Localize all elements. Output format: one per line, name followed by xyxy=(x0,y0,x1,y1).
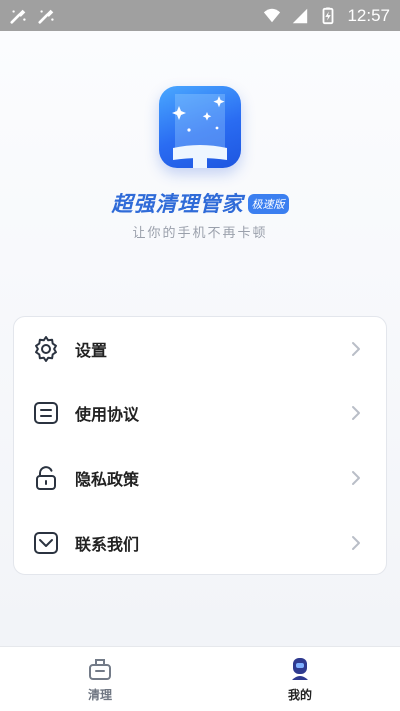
chevron-right-icon xyxy=(352,536,360,550)
chevron-right-icon xyxy=(352,471,360,485)
cleaner-notification-icon xyxy=(10,9,26,24)
chevron-right-icon xyxy=(352,406,360,420)
tab-clean[interactable]: 清理 xyxy=(0,647,200,711)
status-time: 12:57 xyxy=(347,5,390,25)
chevron-right-icon xyxy=(352,342,360,356)
app-title-row: 超强清理管家 极速版 xyxy=(0,188,400,218)
tab-mine[interactable]: 我的 xyxy=(200,647,400,711)
tab-label: 清理 xyxy=(87,687,112,702)
app-slogan: 让你的手机不再卡顿 xyxy=(132,226,268,241)
menu-item-privacy-policy[interactable]: 隐私政策 xyxy=(14,446,388,510)
profile-icon xyxy=(287,656,313,682)
mail-icon xyxy=(32,529,60,557)
lock-icon xyxy=(32,464,60,492)
version-badge: 极速版 xyxy=(247,194,289,214)
clean-icon xyxy=(87,656,113,682)
wifi-icon xyxy=(264,8,281,22)
bottom-tab-bar: 清理 我的 xyxy=(0,646,400,711)
signal-icon xyxy=(293,8,308,23)
menu-item-label: 隐私政策 xyxy=(75,470,140,489)
menu-item-label: 联系我们 xyxy=(75,535,140,554)
menu-item-label: 使用协议 xyxy=(75,405,140,424)
app-logo xyxy=(159,86,241,168)
status-bar: 12:57 xyxy=(0,0,400,31)
menu-item-contact-us[interactable]: 联系我们 xyxy=(14,511,388,575)
gear-icon xyxy=(32,335,60,363)
tab-label: 我的 xyxy=(287,687,312,702)
document-icon xyxy=(32,399,60,427)
menu-card: 设置 使用协议 隐私政策 联系我们 xyxy=(13,316,387,575)
cleaner-notification-icon xyxy=(38,9,54,24)
menu-item-label: 设置 xyxy=(75,341,108,360)
battery-icon xyxy=(323,6,334,24)
menu-item-user-agreement[interactable]: 使用协议 xyxy=(14,381,388,445)
menu-item-settings[interactable]: 设置 xyxy=(14,317,388,381)
app-name: 超强清理管家 xyxy=(111,192,244,216)
